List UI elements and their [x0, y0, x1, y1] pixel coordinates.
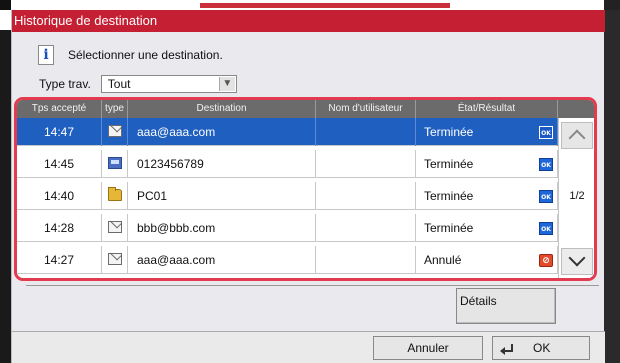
destination-cell: aaa@aaa.com [128, 246, 316, 274]
status-text: Terminée [424, 189, 474, 203]
table-header: Tps accepté type Destination Nom d'utili… [17, 100, 594, 118]
folder-icon [107, 187, 122, 202]
column-header-type[interactable]: type [102, 100, 128, 118]
type-cell [102, 150, 128, 178]
status-text: Terminée [424, 221, 474, 235]
table-row[interactable]: 14:28 bbb@bbb.com Terminée OK [17, 214, 558, 242]
job-type-value: Tout [107, 77, 131, 91]
job-type-filter: Type trav. Tout ▼ [39, 74, 237, 94]
bottom-action-bar: Annuler OK [12, 331, 605, 363]
destination-history-window: Historique de destination i Sélectionner… [11, 10, 605, 363]
column-header-status[interactable]: État/Résultat [416, 100, 558, 118]
destination-cell: bbb@bbb.com [128, 214, 316, 242]
chevron-up-icon [568, 129, 586, 147]
status-cell: Terminée OK [416, 150, 558, 178]
ok-icon: OK [539, 222, 553, 235]
table-row[interactable]: 14:27 aaa@aaa.com Annulé ⊘ [17, 246, 558, 274]
user-cell [316, 246, 416, 274]
user-cell [316, 118, 416, 146]
table-row[interactable]: 14:40 PC01 Terminée OK [17, 182, 558, 210]
destination-cell: PC01 [128, 182, 316, 210]
time-cell: 14:45 [17, 150, 102, 178]
info-icon: i [38, 45, 54, 65]
status-text: Annulé [424, 253, 462, 267]
scroll-column: 1/2 [558, 118, 594, 278]
top-strip [0, 0, 620, 10]
chevron-down-icon [568, 249, 586, 267]
scroll-up-button[interactable] [561, 122, 593, 149]
user-cell [316, 214, 416, 242]
status-cell: Annulé ⊘ [416, 246, 558, 274]
time-cell: 14:47 [17, 118, 102, 146]
destination-table: Tps accepté type Destination Nom d'utili… [14, 97, 597, 281]
column-header-user[interactable]: Nom d'utilisateur [316, 100, 416, 118]
instruction-text: Sélectionner une destination. [68, 48, 223, 62]
instruction-row: i Sélectionner une destination. [38, 44, 223, 66]
email-icon [107, 221, 122, 234]
time-cell: 14:27 [17, 246, 102, 274]
type-cell [102, 214, 128, 242]
status-text: Terminée [424, 125, 474, 139]
job-type-select[interactable]: Tout ▼ [100, 75, 237, 93]
type-cell [102, 182, 128, 210]
left-bezel [0, 0, 11, 10]
cancel-icon: ⊘ [539, 254, 553, 267]
window-title: Historique de destination [12, 10, 605, 32]
divider [26, 285, 599, 286]
status-cell: Terminée OK [416, 118, 558, 146]
destination-cell: 0123456789 [128, 150, 316, 178]
details-button[interactable]: Détails [456, 288, 556, 324]
status-cell: Terminée OK [416, 182, 558, 210]
ok-icon: OK [539, 158, 553, 171]
time-cell: 14:40 [17, 182, 102, 210]
chevron-down-icon[interactable]: ▼ [218, 77, 235, 91]
time-cell: 14:28 [17, 214, 102, 242]
email-icon [107, 253, 122, 266]
ok-icon: OK [539, 190, 553, 203]
right-bezel-column [604, 10, 620, 363]
enter-icon [500, 343, 513, 355]
scroll-down-button[interactable] [561, 248, 593, 275]
type-cell [102, 118, 128, 146]
status-text: Terminée [424, 157, 474, 171]
left-bezel-column [0, 30, 11, 363]
ok-button[interactable]: OK [492, 336, 590, 360]
email-icon [107, 125, 122, 138]
destination-cell: aaa@aaa.com [128, 118, 316, 146]
ok-label: OK [533, 341, 551, 355]
page-indicator: 1/2 [569, 190, 585, 202]
job-type-label: Type trav. [39, 77, 91, 91]
cancel-button[interactable]: Annuler [373, 336, 483, 360]
right-bezel [604, 0, 620, 10]
accent-bar [200, 3, 450, 8]
column-header-destination[interactable]: Destination [128, 100, 316, 118]
type-cell [102, 246, 128, 274]
fax-icon [107, 157, 122, 170]
table-row[interactable]: 14:45 0123456789 Terminée OK [17, 150, 558, 178]
table-row[interactable]: 14:47 aaa@aaa.com Terminée OK [17, 118, 558, 146]
user-cell [316, 182, 416, 210]
column-header-time[interactable]: Tps accepté [17, 100, 102, 118]
status-cell: Terminée OK [416, 214, 558, 242]
ok-icon: OK [539, 126, 553, 139]
user-cell [316, 150, 416, 178]
